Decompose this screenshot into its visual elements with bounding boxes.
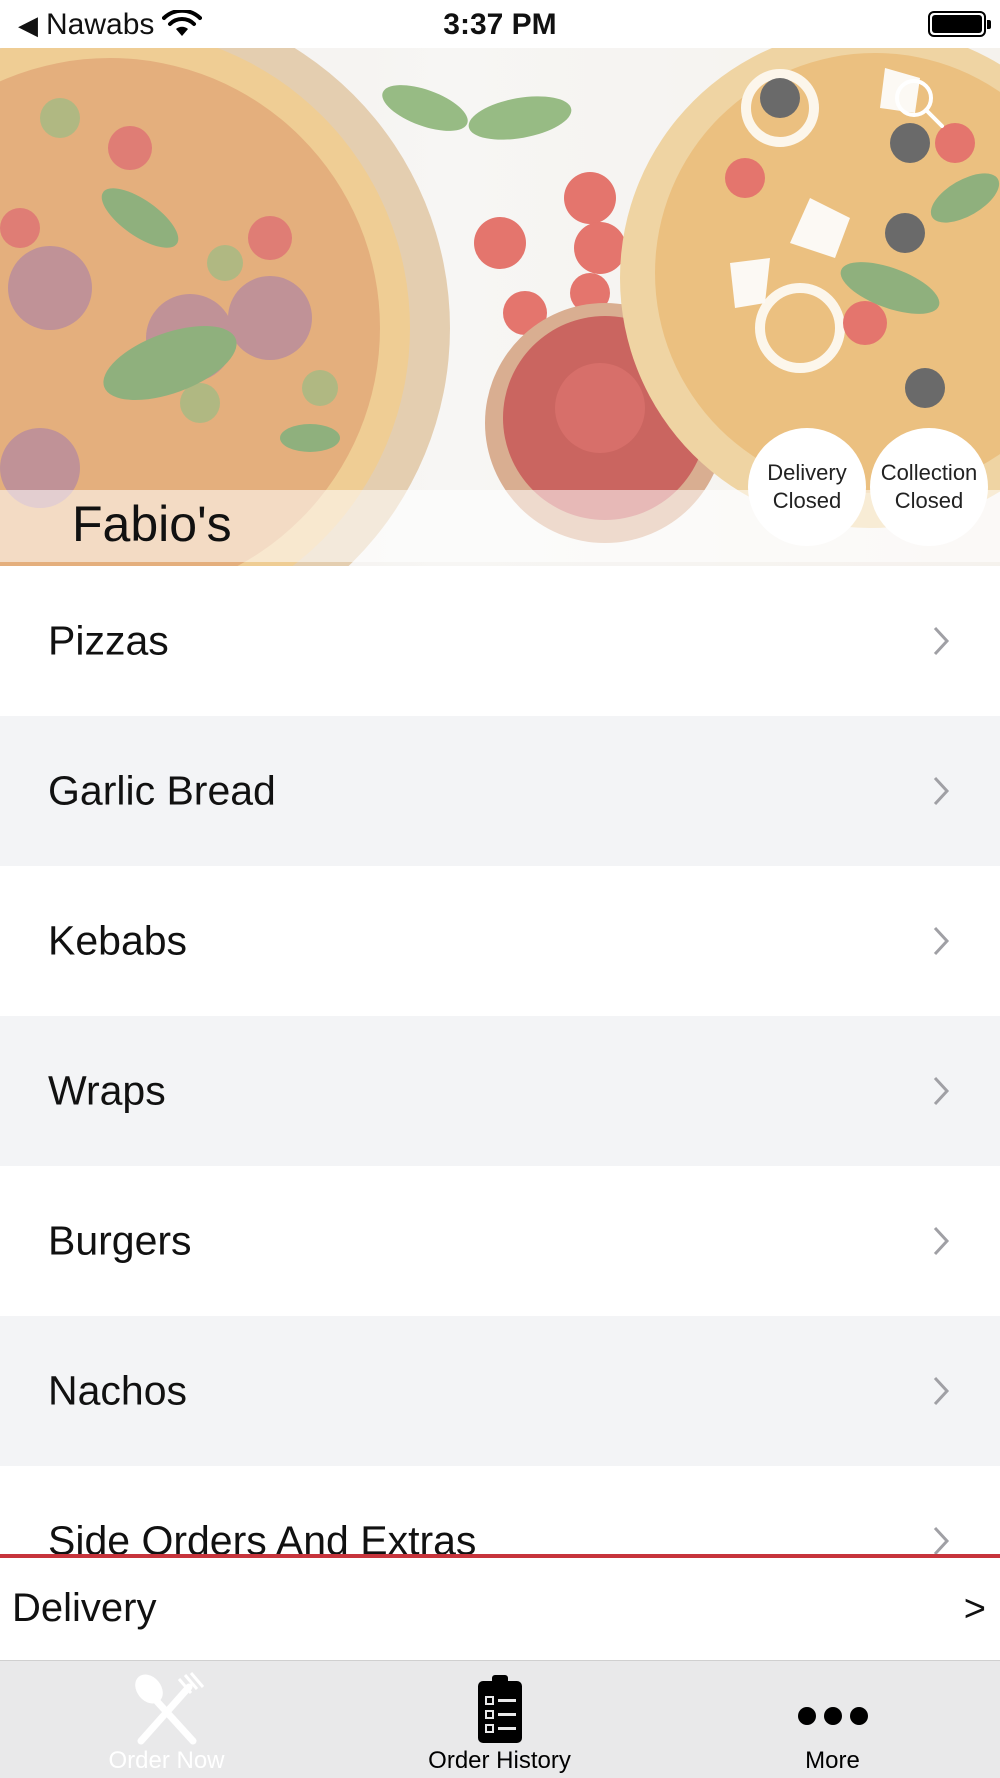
category-label: Burgers xyxy=(48,1217,192,1264)
bottom-tab-bar: Order Now Order History More xyxy=(0,1660,1000,1778)
delivery-status-badge[interactable]: Delivery Closed xyxy=(748,428,866,546)
delivery-arrow-icon[interactable]: > xyxy=(964,1588,986,1631)
chevron-right-icon xyxy=(933,1376,950,1406)
battery-icon xyxy=(928,11,991,37)
chevron-right-icon xyxy=(933,776,950,806)
category-row-burgers[interactable]: Burgers xyxy=(0,1166,1000,1316)
category-row-side-orders[interactable]: Side Orders And Extras xyxy=(0,1466,1000,1556)
tab-more[interactable]: More xyxy=(666,1661,999,1778)
tab-order-history[interactable]: Order History xyxy=(333,1661,666,1778)
category-row-wraps[interactable]: Wraps xyxy=(0,1016,1000,1166)
delivery-badge-status: Closed xyxy=(772,488,842,513)
tab-label: Order History xyxy=(428,1747,571,1774)
tab-order-now[interactable]: Order Now xyxy=(0,1661,333,1778)
category-label: Pizzas xyxy=(48,617,169,664)
clipboard-icon xyxy=(477,1675,522,1743)
more-dots-icon xyxy=(797,1707,868,1725)
fork-knife-icon xyxy=(134,1672,204,1745)
category-label: Nachos xyxy=(48,1367,188,1414)
hero-banner: Fabio's Delivery Closed Collection Close… xyxy=(0,48,1000,566)
collection-badge-status: Closed xyxy=(894,488,964,513)
delivery-mode-bar[interactable]: Delivery > xyxy=(0,1554,1000,1660)
collection-badge-title: Collection xyxy=(880,460,978,485)
chevron-right-icon xyxy=(933,1526,950,1556)
category-row-garlic-bread[interactable]: Garlic Bread xyxy=(0,716,1000,866)
chevron-right-icon xyxy=(933,1226,950,1256)
chevron-right-icon xyxy=(933,626,950,656)
category-row-pizzas[interactable]: Pizzas xyxy=(0,566,1000,716)
chevron-right-icon xyxy=(933,926,950,956)
restaurant-name: Fabio's xyxy=(72,496,232,552)
category-label: Side Orders And Extras xyxy=(48,1517,477,1557)
delivery-badge-title: Delivery xyxy=(767,460,847,485)
status-time: 3:37 PM xyxy=(443,8,557,41)
category-label: Wraps xyxy=(48,1067,166,1114)
tab-label: Order Now xyxy=(108,1747,225,1774)
category-label: Garlic Bread xyxy=(48,767,276,814)
status-bar: ◀ Nawabs 3:37 PM xyxy=(0,0,1000,48)
category-list[interactable]: Pizzas Garlic Bread Kebabs Wraps Burgers… xyxy=(0,566,1000,1556)
search-icon[interactable] xyxy=(892,76,948,132)
chevron-right-icon xyxy=(933,1076,950,1106)
collection-status-badge[interactable]: Collection Closed xyxy=(870,428,988,546)
category-row-nachos[interactable]: Nachos xyxy=(0,1316,1000,1466)
tab-label: More xyxy=(805,1747,860,1774)
delivery-mode-label: Delivery xyxy=(12,1586,157,1630)
category-label: Kebabs xyxy=(48,917,188,964)
category-row-kebabs[interactable]: Kebabs xyxy=(0,866,1000,1016)
